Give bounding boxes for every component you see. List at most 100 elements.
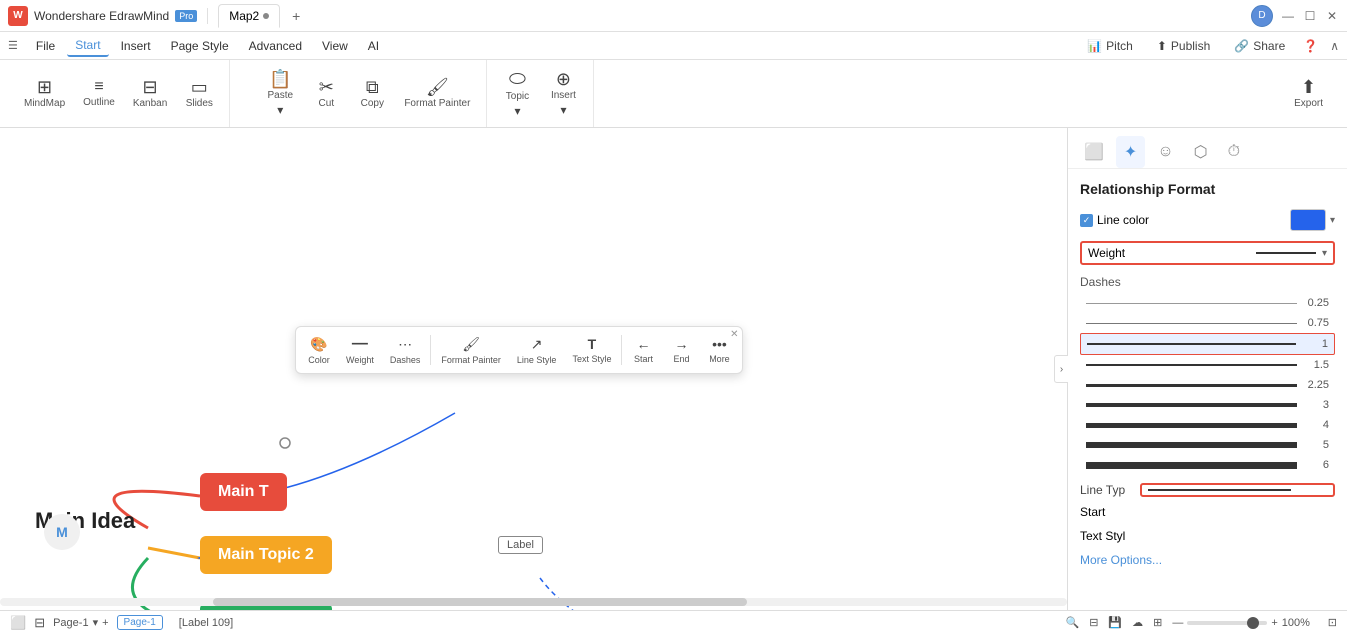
dashes-section: Dashes 0.25 0.75 1 1.5 bbox=[1080, 275, 1335, 475]
status-label: [Label 109] bbox=[179, 617, 233, 629]
zoom-slider[interactable] bbox=[1187, 621, 1267, 625]
right-panel: › ⬜ ✦ ☺ ⬡ ⏱ Relationship Format ✓ Line c… bbox=[1067, 128, 1347, 610]
page-down-arrow[interactable]: ▾ bbox=[93, 616, 99, 629]
dash-option-1[interactable]: 1 bbox=[1080, 333, 1335, 355]
line-color-label: Line color bbox=[1097, 213, 1149, 227]
insert-icon: ⊕ bbox=[556, 70, 571, 88]
dashes-label: Dashes bbox=[1080, 275, 1140, 289]
copy-button[interactable]: ⧉ Copy bbox=[350, 74, 394, 113]
share-icon: 🔗 bbox=[1234, 39, 1249, 53]
zoom-level: 100% bbox=[1282, 617, 1318, 629]
floating-toolbar-close[interactable]: ✕ bbox=[730, 329, 738, 340]
canvas[interactable]: Main Idea Main T Main Topic 2 Main Topic… bbox=[0, 128, 1067, 610]
menu-right-actions: 📊 Pitch ⬆ Publish 🔗 Share ❓ ∧ bbox=[1081, 37, 1339, 55]
panel-tab-style[interactable]: ⬜ bbox=[1076, 136, 1112, 168]
minimize-button[interactable]: — bbox=[1281, 9, 1295, 23]
line-color-dropdown-arrow[interactable]: ▾ bbox=[1330, 215, 1335, 226]
chevron-up-icon[interactable]: ∧ bbox=[1330, 39, 1339, 53]
active-tab[interactable]: Map2 bbox=[218, 4, 280, 28]
panel-tab-time[interactable]: ⏱ bbox=[1220, 137, 1248, 167]
panel-tab-emoji[interactable]: ☺ bbox=[1149, 137, 1181, 167]
menu-start[interactable]: Start bbox=[67, 35, 108, 57]
label-tag[interactable]: Label bbox=[498, 536, 543, 554]
ft-start-button[interactable]: ← Start bbox=[624, 332, 662, 368]
page-name-left: Page-1 bbox=[53, 617, 88, 629]
paste-button[interactable]: 📋 Paste ▾ bbox=[258, 66, 302, 121]
add-tab-button[interactable]: + bbox=[286, 6, 306, 26]
main-topic-1[interactable]: Main T bbox=[200, 473, 287, 511]
insert-button[interactable]: ⊕ Insert ▾ bbox=[541, 66, 585, 121]
title-bar-right: D — ☐ ✕ bbox=[1251, 5, 1339, 27]
pitch-action[interactable]: 📊 Pitch bbox=[1081, 37, 1139, 55]
share-action[interactable]: 🔗 Share bbox=[1228, 37, 1291, 55]
outline-button[interactable]: ≡ Outline bbox=[75, 75, 123, 112]
mindmap-button[interactable]: ⊞ MindMap bbox=[16, 74, 73, 113]
topic-arrow: ▾ bbox=[514, 104, 520, 118]
horizontal-scrollbar[interactable] bbox=[0, 598, 1067, 606]
status-split-icon: ⊟ bbox=[34, 615, 45, 631]
menu-collapse-button[interactable]: ☰ bbox=[8, 39, 18, 52]
format-painter-icon-2: 🖌 bbox=[462, 336, 480, 353]
topic-button[interactable]: ⬭ Topic ▾ bbox=[495, 65, 539, 122]
dash-option-025[interactable]: 0.25 bbox=[1080, 293, 1335, 313]
panel-tab-shape[interactable]: ⬡ bbox=[1186, 136, 1216, 168]
ft-line-style-button[interactable]: ↗ Line Style bbox=[509, 332, 565, 369]
kanban-button[interactable]: ⊟ Kanban bbox=[125, 74, 175, 113]
ft-dashes-button[interactable]: ⋯ Dashes bbox=[382, 332, 429, 369]
panel-collapse-button[interactable]: › bbox=[1054, 355, 1068, 383]
title-bar-left: W Wondershare EdrawMind Pro Map2 + bbox=[8, 4, 306, 28]
dash-option-5[interactable]: 5 bbox=[1080, 435, 1335, 455]
toolbar: ⊞ MindMap ≡ Outline ⊟ Kanban ▭ Slides 📋 … bbox=[0, 60, 1347, 128]
topic-icon: ⬭ bbox=[509, 69, 526, 89]
weight-dropdown-arrow[interactable]: ▾ bbox=[1322, 248, 1327, 259]
zoom-controls: — + 100% bbox=[1172, 617, 1317, 629]
outline-icon: ≡ bbox=[94, 79, 103, 95]
fit-screen-button[interactable]: ⊡ bbox=[1328, 616, 1337, 629]
format-painter-button[interactable]: 🖌 Format Painter bbox=[396, 74, 478, 113]
panel-tab-ai[interactable]: ✦ bbox=[1116, 136, 1145, 168]
dash-option-4[interactable]: 4 bbox=[1080, 415, 1335, 435]
page-badge[interactable]: Page-1 bbox=[117, 615, 163, 630]
maximize-button[interactable]: ☐ bbox=[1303, 9, 1317, 23]
main-topic-2[interactable]: Main Topic 2 bbox=[200, 536, 332, 574]
content-area: Main Idea Main T Main Topic 2 Main Topic… bbox=[0, 128, 1347, 610]
zoom-out-button[interactable]: — bbox=[1172, 617, 1183, 629]
slides-icon: ▭ bbox=[191, 78, 208, 96]
close-button[interactable]: ✕ bbox=[1325, 9, 1339, 23]
dash-option-15[interactable]: 1.5 bbox=[1080, 355, 1335, 375]
status-icon-3: 💾 bbox=[1108, 616, 1122, 629]
status-icon-5: ⊞ bbox=[1153, 616, 1162, 629]
ft-text-style-button[interactable]: T Text Style bbox=[564, 332, 619, 368]
cut-button[interactable]: ✂ Cut bbox=[304, 74, 348, 113]
menu-ai[interactable]: AI bbox=[360, 36, 387, 56]
ft-weight-button[interactable]: — Weight bbox=[338, 331, 382, 369]
publish-action[interactable]: ⬆ Publish bbox=[1151, 37, 1216, 55]
slides-button[interactable]: ▭ Slides bbox=[177, 74, 221, 113]
menu-page-style[interactable]: Page Style bbox=[163, 36, 237, 56]
dash-option-6[interactable]: 6 bbox=[1080, 455, 1335, 475]
view-mode-group: ⊞ MindMap ≡ Outline ⊟ Kanban ▭ Slides bbox=[8, 60, 230, 127]
menu-advanced[interactable]: Advanced bbox=[241, 36, 310, 56]
add-page-button[interactable]: + bbox=[102, 617, 108, 629]
line-color-row: ✓ Line color ▾ bbox=[1080, 209, 1335, 231]
zoom-in-button[interactable]: + bbox=[1271, 617, 1277, 629]
linetype-select[interactable] bbox=[1140, 483, 1335, 497]
ft-format-painter-button[interactable]: 🖌 Format Painter bbox=[433, 332, 509, 369]
export-button[interactable]: ⬆ Export bbox=[1286, 74, 1331, 113]
line-color-picker[interactable] bbox=[1290, 209, 1326, 231]
status-icon-2: ⊟ bbox=[1089, 616, 1098, 629]
text-style-label: Text Styl bbox=[1080, 529, 1125, 543]
dashes-icon: ⋯ bbox=[398, 336, 412, 353]
dash-option-3[interactable]: 3 bbox=[1080, 395, 1335, 415]
menu-insert[interactable]: Insert bbox=[113, 36, 159, 56]
dash-option-075[interactable]: 0.75 bbox=[1080, 313, 1335, 333]
weight-select[interactable]: Weight ▾ bbox=[1080, 241, 1335, 265]
menu-file[interactable]: File bbox=[28, 36, 63, 56]
dash-option-225[interactable]: 2.25 bbox=[1080, 375, 1335, 395]
ft-color-button[interactable]: 🎨 Color bbox=[300, 332, 338, 369]
menu-view[interactable]: View bbox=[314, 36, 356, 56]
help-icon[interactable]: ❓ bbox=[1303, 39, 1318, 53]
more-options-button[interactable]: More Options... bbox=[1080, 553, 1335, 567]
line-color-checkbox[interactable]: ✓ bbox=[1080, 214, 1093, 227]
ft-end-button[interactable]: → End bbox=[662, 332, 700, 368]
